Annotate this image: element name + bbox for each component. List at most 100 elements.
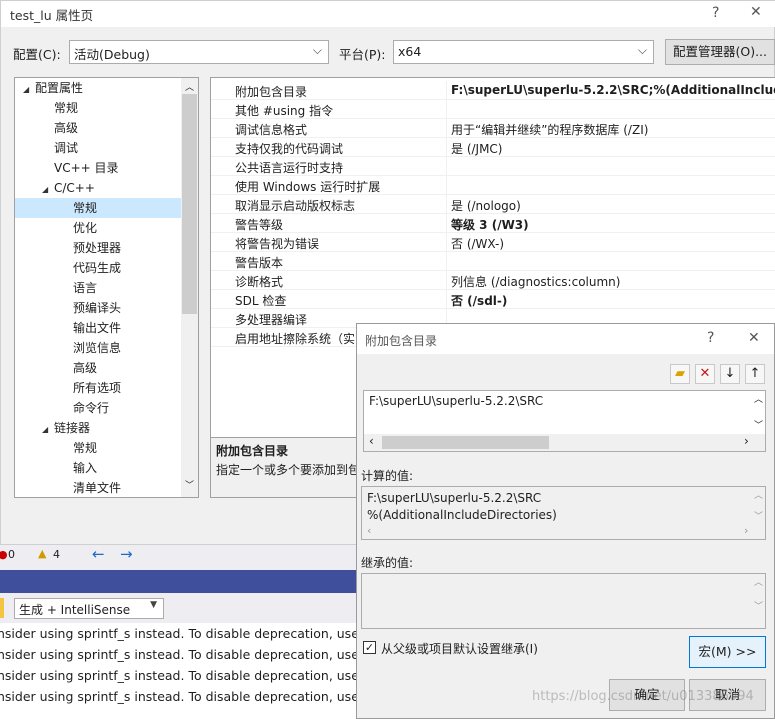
- tree-item[interactable]: 常规: [15, 98, 181, 118]
- platform-dropdown[interactable]: x64 ⌵: [393, 40, 654, 64]
- scroll-down-icon[interactable]: ﹀: [754, 599, 763, 612]
- horizontal-scrollbar[interactable]: ‹ ›: [364, 434, 765, 451]
- scroll-down-icon[interactable]: ﹀: [185, 478, 194, 491]
- scroll-up-icon[interactable]: ︿: [754, 575, 763, 588]
- property-value[interactable]: 用于“编辑并继续”的程序数据库 (/ZI): [451, 121, 648, 138]
- property-row[interactable]: 诊断格式 列信息 (/diagnostics:column): [211, 271, 775, 290]
- computed-line: %(AdditionalIncludeDirectories): [367, 508, 557, 522]
- dialog-close-button[interactable]: ✕: [748, 330, 760, 346]
- tree-item[interactable]: ◢ C/C++: [15, 178, 181, 198]
- tree-item[interactable]: 优化: [15, 218, 181, 238]
- property-name: 启用地址擦除系统（实: [235, 332, 356, 346]
- property-row[interactable]: 调试信息格式 用于“编辑并继续”的程序数据库 (/ZI): [211, 119, 775, 138]
- tree-item-label: 高级: [54, 121, 79, 135]
- toolbar-grip: [0, 598, 4, 618]
- tree-item[interactable]: ◢ 链接器: [15, 418, 181, 438]
- watermark: https://blog.csdn.net/u013386094: [532, 689, 754, 704]
- tree-item[interactable]: 输出文件: [15, 318, 181, 338]
- macros-button[interactable]: 宏(M) >>: [689, 636, 766, 668]
- arrow-left-icon[interactable]: ←: [92, 545, 105, 563]
- property-value[interactable]: 是 (/nologo): [451, 197, 521, 214]
- error-count[interactable]: 0: [8, 548, 15, 561]
- tree-item[interactable]: 浏览信息: [15, 338, 181, 358]
- tree-item[interactable]: 输入: [15, 458, 181, 478]
- config-manager-button[interactable]: 配置管理器(O)...: [665, 39, 775, 65]
- move-up-icon[interactable]: ↑: [745, 364, 765, 384]
- tree-item[interactable]: VC++ 目录: [15, 158, 181, 178]
- property-value[interactable]: 是 (/JMC): [451, 140, 503, 157]
- close-button[interactable]: ✕: [750, 4, 762, 20]
- scroll-up-icon[interactable]: ︿: [754, 392, 763, 405]
- scroll-up-icon[interactable]: ︿: [185, 80, 194, 93]
- property-row[interactable]: 其他 #using 指令: [211, 100, 775, 119]
- arrow-right-icon[interactable]: →: [120, 545, 133, 563]
- property-name: 多处理器编译: [235, 313, 308, 327]
- inherit-checkbox[interactable]: ✓: [363, 641, 376, 654]
- property-row[interactable]: 公共语言运行时支持: [211, 157, 775, 176]
- property-row[interactable]: 警告等级 等级 3 (/W3): [211, 214, 775, 233]
- tree-item[interactable]: 预处理器: [15, 238, 181, 258]
- property-value[interactable]: 否 (/sdl-): [451, 292, 507, 309]
- property-value[interactable]: 等级 3 (/W3): [451, 216, 529, 233]
- property-name: 取消显示启动版权标志: [235, 199, 356, 213]
- property-row[interactable]: 支持仅我的代码调试 是 (/JMC): [211, 138, 775, 157]
- property-tree[interactable]: ◢ 配置属性 常规 高级 调试 VC++ 目录 ◢ C/C++ 常规 优化 预处理器 代码生成 语言 预编…: [14, 77, 199, 498]
- tree-item[interactable]: 常规: [15, 438, 181, 458]
- tree-item[interactable]: 语言: [15, 278, 181, 298]
- delete-icon[interactable]: ✕: [695, 364, 715, 384]
- output-pane: nsider using sprintf_s instead. To disab…: [0, 623, 378, 719]
- warning-count[interactable]: 4: [53, 548, 60, 561]
- tree-item[interactable]: 高级: [15, 358, 181, 378]
- scroll-right-icon[interactable]: ›: [744, 434, 749, 448]
- move-down-icon[interactable]: ↓: [720, 364, 740, 384]
- include-dirs-dialog: 附加包含目录 ? ✕ ▰ ✕ ↓ ↑ F:\superLU\superlu-5.…: [356, 323, 775, 719]
- caret-down-icon: ▼: [150, 600, 157, 610]
- expand-arrow-icon[interactable]: ◢: [42, 180, 54, 200]
- tree-item[interactable]: 命令行: [15, 398, 181, 418]
- warning-icon: ▲: [38, 547, 47, 560]
- tree-item-label: 配置属性: [35, 81, 84, 95]
- h-scroll-thumb[interactable]: [382, 436, 549, 449]
- property-value[interactable]: F:\superLU\superlu-5.2.2\SRC;%(Additiona…: [451, 83, 775, 97]
- tree-item[interactable]: 所有选项: [15, 378, 181, 398]
- property-value[interactable]: 列信息 (/diagnostics:column): [451, 273, 620, 290]
- config-dropdown[interactable]: 活动(Debug) ⌵: [69, 40, 329, 64]
- scroll-left-icon[interactable]: ‹: [367, 524, 371, 537]
- tree-item-label: 所有选项: [73, 381, 122, 395]
- property-row[interactable]: 取消显示启动版权标志 是 (/nologo): [211, 195, 775, 214]
- scroll-right-icon[interactable]: ›: [744, 524, 748, 537]
- scroll-thumb[interactable]: [182, 94, 197, 314]
- property-row[interactable]: 将警告视为错误 否 (/WX-): [211, 233, 775, 252]
- output-filter-value: 生成 + IntelliSense: [19, 603, 131, 617]
- property-row[interactable]: 使用 Windows 运行时扩展: [211, 176, 775, 195]
- tree-scrollbar[interactable]: ︿ ﹀: [181, 78, 198, 497]
- tree-item[interactable]: 常规: [15, 198, 181, 218]
- property-value[interactable]: 否 (/WX-): [451, 235, 504, 252]
- inherit-checkbox-label[interactable]: 从父级或项目默认设置继承(I): [381, 640, 538, 657]
- scroll-left-icon[interactable]: ‹: [369, 434, 374, 448]
- scroll-down-icon[interactable]: ﹀: [754, 509, 763, 522]
- property-name: 附加包含目录: [235, 85, 308, 99]
- help-button[interactable]: ?: [712, 5, 719, 21]
- dialog-help-button[interactable]: ?: [707, 330, 714, 346]
- expand-arrow-icon[interactable]: ◢: [23, 80, 35, 100]
- property-row[interactable]: 附加包含目录 F:\superLU\superlu-5.2.2\SRC;%(Add…: [211, 81, 775, 100]
- directory-list[interactable]: F:\superLU\superlu-5.2.2\SRC ︿ ﹀ ‹ ›: [363, 390, 766, 452]
- tree-item[interactable]: 高级: [15, 118, 181, 138]
- scroll-down-icon[interactable]: ﹀: [754, 418, 763, 431]
- property-row[interactable]: SDL 检查 否 (/sdl-): [211, 290, 775, 309]
- expand-arrow-icon[interactable]: ◢: [42, 420, 54, 440]
- tree-item[interactable]: 代码生成: [15, 258, 181, 278]
- tree-item[interactable]: 预编译头: [15, 298, 181, 318]
- column-divider: [446, 252, 447, 271]
- directory-entry[interactable]: F:\superLU\superlu-5.2.2\SRC: [369, 394, 543, 408]
- tree-item[interactable]: 清单文件: [15, 478, 181, 497]
- output-filter-dropdown[interactable]: 生成 + IntelliSense ▼: [14, 598, 164, 619]
- scroll-up-icon[interactable]: ︿: [754, 488, 763, 501]
- new-folder-icon[interactable]: ▰: [670, 364, 690, 384]
- column-divider: [446, 157, 447, 176]
- tree-item[interactable]: 调试: [15, 138, 181, 158]
- tree-item-label: 浏览信息: [73, 341, 122, 355]
- tree-item[interactable]: ◢ 配置属性: [15, 78, 181, 98]
- property-row[interactable]: 警告版本: [211, 252, 775, 271]
